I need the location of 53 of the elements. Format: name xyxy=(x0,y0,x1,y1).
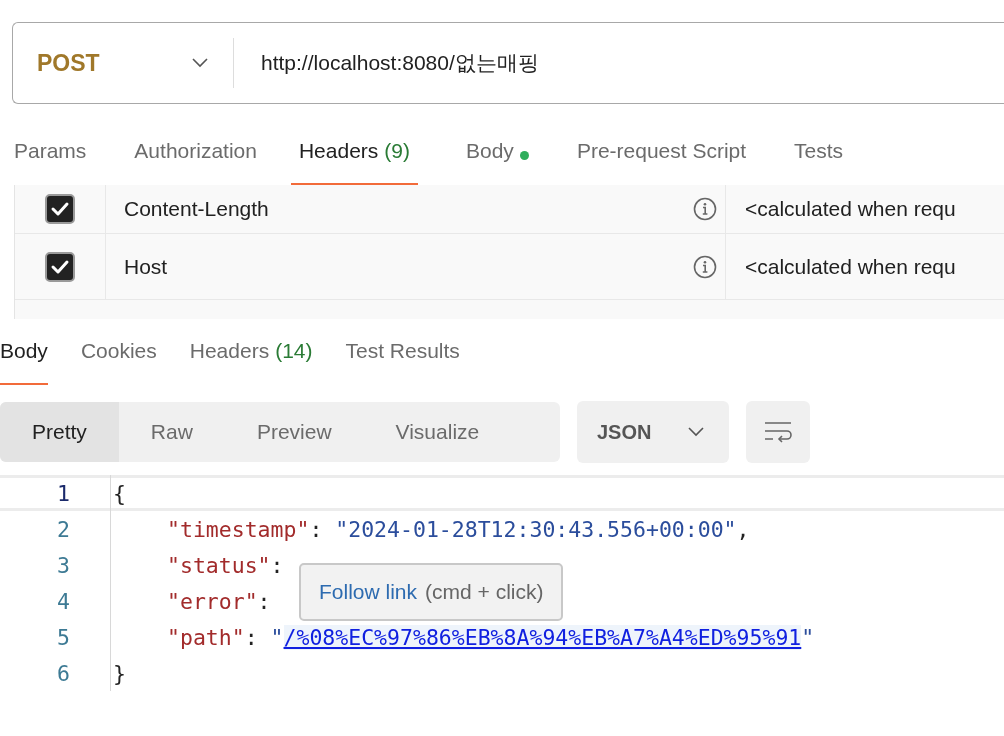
line-number: 6 xyxy=(56,660,71,686)
chevron-down-icon xyxy=(191,58,209,68)
json-string: "2024-01-28T12:30:43.556+00:00" xyxy=(335,516,737,542)
view-mode-tab[interactable]: Pretty xyxy=(0,402,119,462)
request-tab[interactable]: Params xyxy=(14,135,87,185)
request-tab[interactable]: Pre-request Script xyxy=(576,135,747,185)
code-punctuation: : xyxy=(257,588,271,614)
info-icon xyxy=(693,197,717,221)
request-tab[interactable]: Tests xyxy=(794,135,844,185)
response-tab[interactable]: Headers (14) xyxy=(189,337,313,385)
code-punctuation: : xyxy=(309,516,324,542)
tooltip-link[interactable]: Follow link xyxy=(319,580,418,604)
json-key: "timestamp" xyxy=(167,516,310,542)
view-mode-tab[interactable]: Preview xyxy=(224,402,364,462)
checkmark-icon xyxy=(50,258,70,275)
line-number: 1 xyxy=(56,480,71,506)
checkbox[interactable] xyxy=(45,251,75,282)
line-number: 2 xyxy=(56,516,71,542)
json-key: "error" xyxy=(167,588,258,614)
code-punctuation: : xyxy=(270,552,284,578)
line-number: 5 xyxy=(56,624,71,650)
json-key: "status" xyxy=(167,552,271,578)
code-punctuation: } xyxy=(113,660,126,686)
header-value: <calculated when requ xyxy=(745,197,956,221)
code-punctuation: : xyxy=(244,624,259,650)
wrap-lines-icon xyxy=(764,421,792,443)
line-number: 4 xyxy=(56,588,71,614)
chevron-down-icon xyxy=(687,427,705,437)
header-value: <calculated when requ xyxy=(745,254,956,279)
url-field[interactable]: http://localhost:8080/없는매핑 xyxy=(261,49,539,77)
header-key: Content-Length xyxy=(124,197,269,221)
checkbox[interactable] xyxy=(45,194,75,224)
wrap-lines-button[interactable] xyxy=(746,401,810,463)
checkmark-icon xyxy=(50,201,70,217)
code-punctuation: { xyxy=(113,480,126,506)
response-tab[interactable]: Cookies xyxy=(80,337,157,385)
response-tab[interactable]: Test Results xyxy=(345,337,460,385)
json-key: "path" xyxy=(167,624,245,650)
path-link[interactable]: /%08%EC%97%86%EB%8A%94%EB%A7%A4%ED%95%91 xyxy=(283,624,802,650)
tooltip-hint: (cmd + click) xyxy=(425,580,544,604)
json-string: " xyxy=(801,624,815,650)
request-tab[interactable]: Body xyxy=(466,135,529,185)
response-tab[interactable]: Body xyxy=(0,337,48,385)
method-dropdown[interactable]: POST xyxy=(13,23,233,103)
header-key: Host xyxy=(124,254,168,279)
view-mode-tab[interactable]: Visualize xyxy=(363,402,512,462)
json-string: " xyxy=(270,624,284,650)
format-dropdown[interactable]: JSON xyxy=(577,401,729,463)
line-number: 3 xyxy=(56,552,71,578)
request-tab[interactable]: Authorization xyxy=(134,135,257,185)
code-punctuation: , xyxy=(736,516,750,542)
view-mode-tab[interactable]: Raw xyxy=(118,402,225,462)
info-icon xyxy=(693,254,717,279)
